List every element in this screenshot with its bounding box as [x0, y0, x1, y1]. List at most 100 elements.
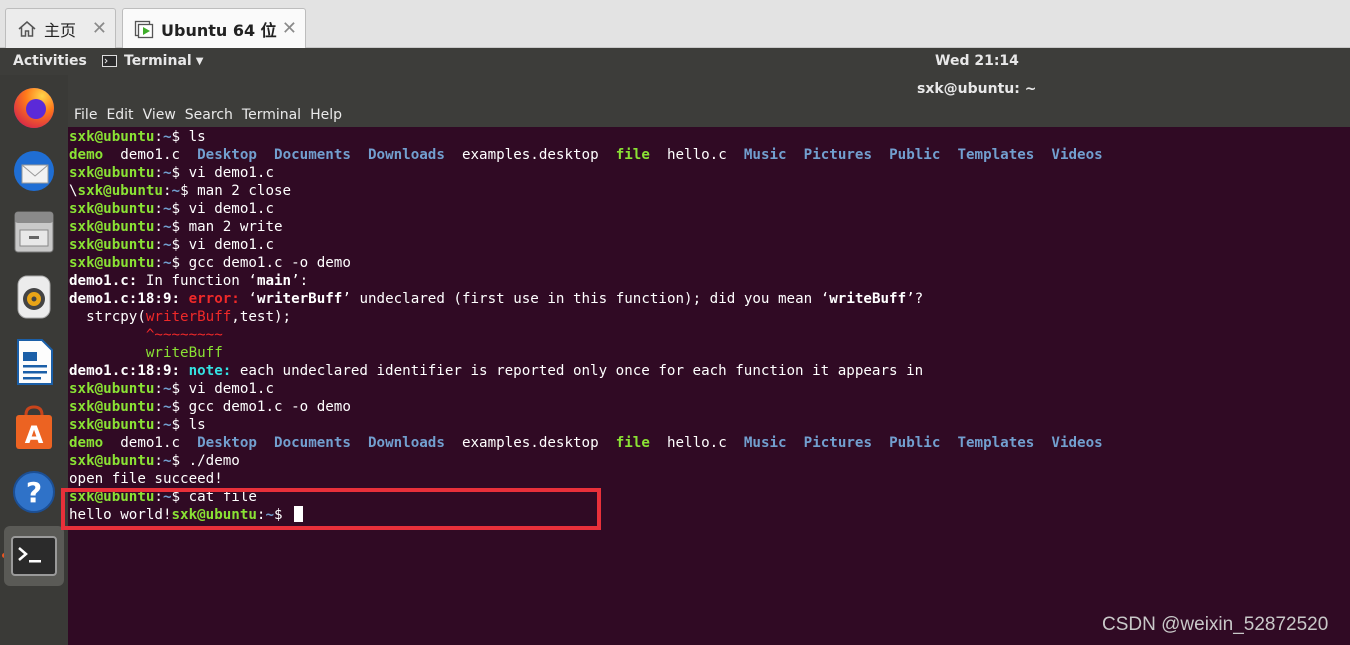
menu-search[interactable]: Search — [185, 107, 233, 123]
libreoffice-writer-icon[interactable] — [4, 332, 64, 392]
terminal-text: ’ undeclared (first use in this function… — [342, 291, 830, 307]
rhythmbox-icon[interactable] — [4, 267, 64, 327]
svg-text:?: ? — [26, 476, 42, 509]
terminal-text: Desktop — [197, 147, 257, 163]
clock[interactable]: Wed 21:14 — [935, 53, 1019, 69]
app-menu-label: Terminal — [124, 53, 192, 69]
terminal-text: : — [154, 399, 163, 415]
terminal-text: demo1.c:18:9: — [69, 363, 181, 379]
home-icon — [16, 18, 38, 40]
terminal-text: $ vi demo1.c — [171, 237, 275, 253]
tab-home[interactable]: 主页 ✕ — [5, 8, 116, 48]
terminal-text: : — [154, 129, 163, 145]
terminal-text: $ vi demo1.c — [171, 201, 275, 217]
app-menu-terminal[interactable]: Terminal ▼ — [102, 53, 203, 69]
terminal-text: sxk@ubuntu — [69, 165, 155, 181]
files-icon[interactable] — [4, 202, 64, 262]
firefox-icon[interactable] — [4, 77, 64, 137]
terminal-line: sxk@ubuntu:~$ ls — [69, 128, 1350, 146]
chevron-down-icon: ▼ — [195, 55, 204, 67]
terminal-text: : — [154, 417, 163, 433]
activities-button[interactable]: Activities — [13, 53, 87, 69]
terminal-text: Documents — [274, 435, 351, 451]
watermark: CSDN @weixin_52872520 — [1102, 614, 1329, 635]
terminal-text: $ gcc demo1.c -o demo — [171, 255, 351, 271]
terminal-small-icon — [102, 54, 117, 67]
software-center-icon[interactable]: A — [4, 397, 64, 457]
terminal-text: Videos — [1051, 147, 1103, 163]
terminal-text: sxk@ubuntu — [69, 129, 155, 145]
terminal-line: demo1.c:18:9: note: each undeclared iden… — [69, 362, 1350, 380]
terminal-text: file — [615, 435, 650, 451]
terminal-text: In function ‘ — [137, 273, 257, 289]
terminal-text: sxk@ubuntu — [69, 417, 155, 433]
terminal-text: examples.desktop — [444, 147, 616, 163]
terminal-icon[interactable] — [4, 526, 64, 586]
terminal-line: sxk@ubuntu:~$ vi demo1.c — [69, 200, 1350, 218]
terminal-text: sxk@ubuntu — [69, 381, 155, 397]
terminal-text: $ vi demo1.c — [171, 381, 275, 397]
terminal-text: writerBuff — [256, 291, 343, 307]
terminal-text: hello.c — [649, 147, 744, 163]
terminal-text: ~ — [162, 381, 172, 397]
terminal-line: demo demo1.c Desktop Documents Downloads… — [69, 434, 1350, 452]
terminal-text: demo — [69, 435, 104, 451]
thunderbird-icon[interactable] — [4, 141, 64, 201]
menu-edit[interactable]: Edit — [106, 107, 133, 123]
tab-ubuntu-vm[interactable]: Ubuntu 64 位 ✕ — [122, 8, 306, 48]
terminal-text: demo — [69, 147, 104, 163]
terminal-text: : — [154, 219, 163, 235]
terminal-text: ~ — [162, 129, 172, 145]
terminal-text: Music — [743, 147, 787, 163]
terminal-text: : — [154, 453, 163, 469]
terminal-text: : — [154, 237, 163, 253]
menu-terminal[interactable]: Terminal — [242, 107, 301, 123]
help-icon[interactable]: ? — [4, 462, 64, 522]
terminal-text: ’? — [906, 291, 924, 307]
menu-view[interactable]: View — [143, 107, 176, 123]
terminal-text: ~ — [171, 183, 181, 199]
terminal-line: open file succeed! — [69, 470, 1350, 488]
terminal-text: demo1.c — [103, 147, 198, 163]
terminal-line: sxk@ubuntu:~$ ls — [69, 416, 1350, 434]
terminal-text: Public — [889, 147, 941, 163]
terminal-line: sxk@ubuntu:~$ ./demo — [69, 452, 1350, 470]
terminal-text: $ vi demo1.c — [171, 165, 275, 181]
terminal-text: : — [154, 381, 163, 397]
tab-home-close-icon[interactable]: ✕ — [92, 18, 107, 39]
terminal-text: sxk@ubuntu — [69, 201, 155, 217]
terminal-text: ~ — [162, 219, 172, 235]
terminal-text: writerBuff — [145, 309, 232, 325]
terminal-text: $ gcc demo1.c -o demo — [171, 399, 351, 415]
terminal-text: : — [162, 183, 172, 199]
terminal-text: sxk@ubuntu — [69, 399, 155, 415]
dock: A ? — [0, 75, 68, 645]
terminal-text: Documents — [274, 147, 351, 163]
terminal-text: writeBuff — [69, 345, 223, 361]
menu-file[interactable]: File — [74, 107, 97, 123]
menu-help[interactable]: Help — [310, 107, 342, 123]
terminal-text: examples.desktop — [444, 435, 616, 451]
terminal-text: : — [154, 201, 163, 217]
terminal-text: file — [615, 147, 650, 163]
terminal-line: sxk@ubuntu:~$ vi demo1.c — [69, 236, 1350, 254]
terminal-menubar: File Edit View Search Terminal Help — [68, 102, 1350, 127]
terminal-text: Templates — [957, 147, 1035, 163]
terminal-text: sxk@ubuntu — [69, 219, 155, 235]
terminal-text: ~ — [162, 399, 172, 415]
tab-ubuntu-close-icon[interactable]: ✕ — [282, 18, 297, 39]
terminal-line: sxk@ubuntu:~$ vi demo1.c — [69, 380, 1350, 398]
terminal-output[interactable]: sxk@ubuntu:~$ ls demo demo1.c Desktop Doc… — [68, 127, 1350, 645]
terminal-text: open file succeed! — [69, 471, 223, 487]
terminal-text: Videos — [1051, 435, 1103, 451]
